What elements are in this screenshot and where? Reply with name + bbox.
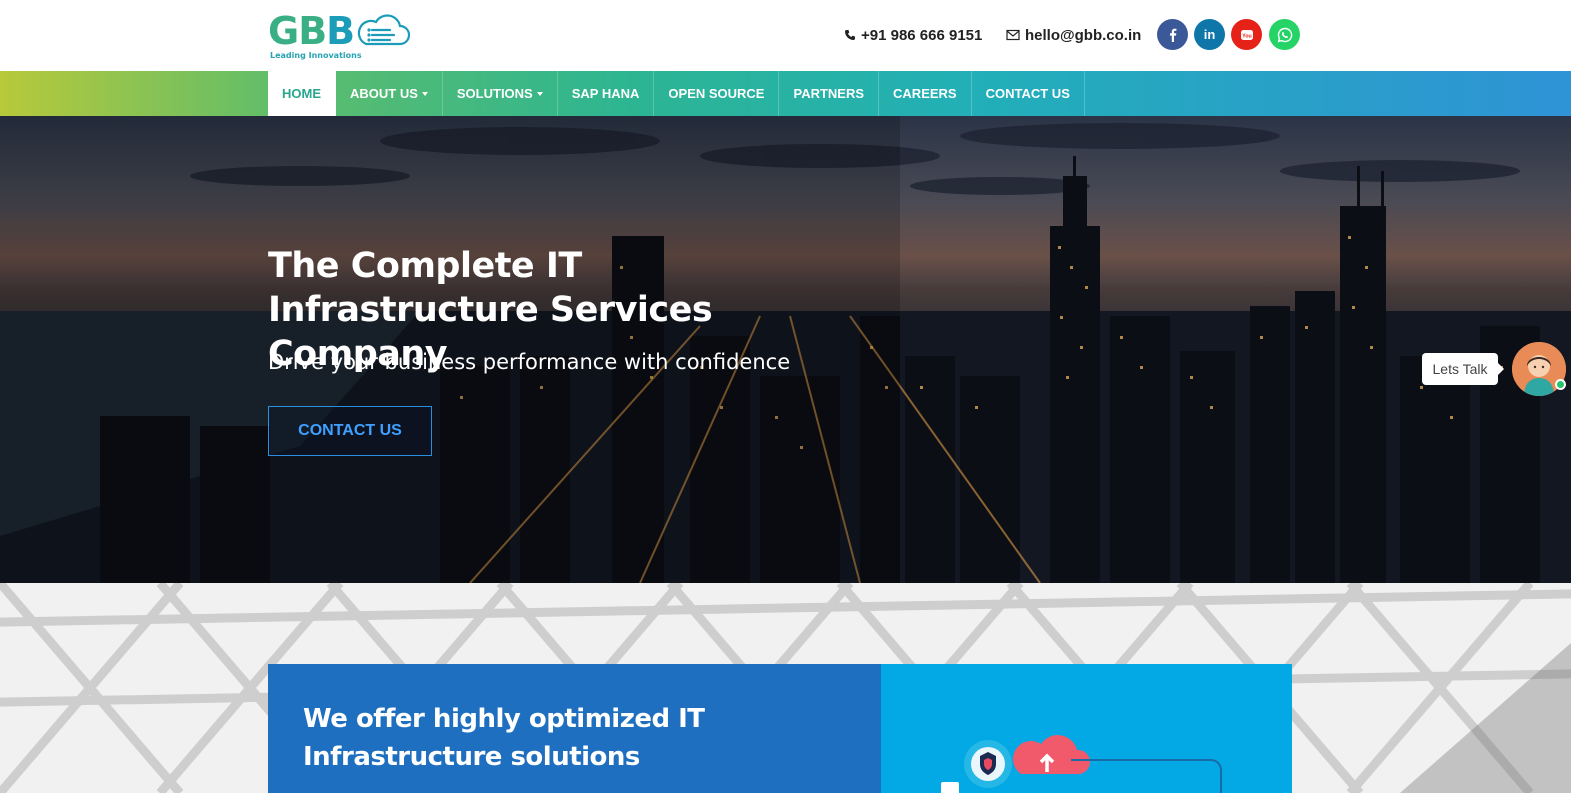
facebook-glyph	[1169, 28, 1176, 42]
offer-heading: We offer highly optimized IT Infrastruct…	[303, 704, 705, 772]
linkedin-glyph: in	[1203, 27, 1216, 42]
online-status-dot	[1555, 379, 1566, 390]
logo[interactable]: GBB Leading Innovations	[268, 10, 413, 62]
lets-talk-bubble[interactable]: Lets Talk	[1422, 353, 1504, 385]
svg-text:You: You	[1242, 33, 1251, 39]
youtube-icon[interactable]: You	[1231, 19, 1262, 50]
email-contact[interactable]: hello@gbb.co.in	[1006, 26, 1141, 44]
nav-item-contact-us[interactable]: CONTACT US	[972, 71, 1085, 116]
nav-item-about-us[interactable]: ABOUT US	[336, 71, 443, 116]
hero-subtitle: Drive your business performance with con…	[268, 350, 791, 374]
cloud-icon	[357, 14, 410, 46]
nav-item-solutions[interactable]: SOLUTIONS	[443, 71, 558, 116]
phone-contact[interactable]: +91 986 666 9151	[844, 26, 982, 44]
nav-item-careers[interactable]: CAREERS	[879, 71, 972, 116]
nav-item-open-source[interactable]: OPEN SOURCE	[654, 71, 780, 116]
phone-number: +91 986 666 9151	[861, 26, 983, 44]
nav-item-partners[interactable]: PARTNERS	[779, 71, 880, 116]
caret-down-icon	[421, 91, 428, 96]
offer-illustration-panel	[881, 664, 1292, 793]
main-nav: HOME ABOUT US SOLUTIONS SAP HANA OPEN SO…	[0, 71, 1571, 116]
top-bar: GBB Leading Innovations +91 986 666 9151…	[0, 0, 1571, 71]
hero-contact-button[interactable]: CONTACT US	[268, 406, 432, 456]
hero-banner: The Complete IT Infrastructure Services …	[0, 116, 1571, 583]
linkedin-icon[interactable]: in	[1194, 19, 1225, 50]
logo-tagline: Leading Innovations	[270, 51, 362, 60]
logo-wordmark: GBB	[268, 9, 355, 53]
facebook-icon[interactable]	[1157, 19, 1188, 50]
caret-down-icon	[536, 91, 543, 96]
nav-items: HOME ABOUT US SOLUTIONS SAP HANA OPEN SO…	[268, 71, 1085, 116]
envelope-icon	[1006, 29, 1020, 41]
email-address: hello@gbb.co.in	[1025, 26, 1142, 44]
youtube-glyph: You	[1240, 29, 1253, 40]
nav-item-home[interactable]: HOME	[268, 71, 336, 116]
phone-icon	[845, 30, 855, 40]
whatsapp-glyph	[1277, 27, 1292, 42]
nav-item-sap-hana[interactable]: SAP HANA	[558, 71, 655, 116]
infrastructure-illustration	[941, 735, 1222, 793]
whatsapp-icon[interactable]	[1269, 19, 1300, 50]
